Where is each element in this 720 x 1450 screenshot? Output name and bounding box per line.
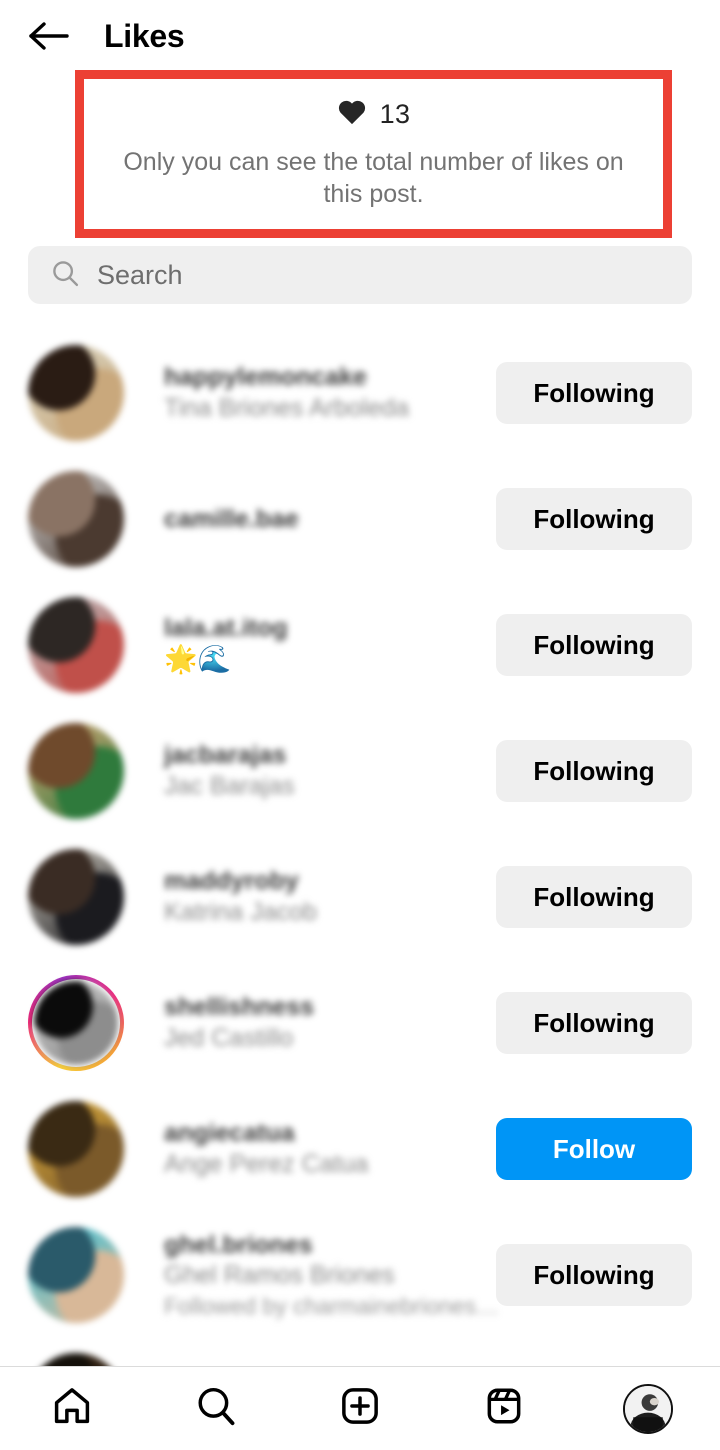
avatar-image xyxy=(28,345,124,441)
user-text: ghel.briones Ghel Ramos Briones Followed b… xyxy=(164,1230,499,1321)
avatar-image xyxy=(28,849,124,945)
username[interactable]: maddyroby xyxy=(164,866,496,897)
avatar[interactable] xyxy=(28,849,124,945)
nav-home[interactable] xyxy=(0,1367,144,1450)
full-name: Tina Briones Arboleda xyxy=(164,393,410,422)
avatar[interactable] xyxy=(28,597,124,693)
following-button[interactable]: Following xyxy=(496,488,692,550)
home-icon xyxy=(50,1384,94,1433)
avatar[interactable] xyxy=(28,1353,124,1366)
list-item[interactable]: maddyroby Katrina Jacob Following xyxy=(0,834,720,960)
username[interactable]: shellishness xyxy=(164,992,496,1023)
nav-create[interactable] xyxy=(288,1367,432,1450)
avatar-image xyxy=(28,1227,124,1323)
username[interactable]: happylemoncake xyxy=(164,362,496,393)
search-section: Search xyxy=(28,246,692,304)
nav-search[interactable] xyxy=(144,1367,288,1450)
following-button[interactable]: Following xyxy=(496,1244,692,1306)
header: Likes xyxy=(0,0,720,72)
list-item[interactable]: angiecatua Ange Perez Catua Follow xyxy=(0,1086,720,1212)
user-text: lala.at.itog 🌟🌊 xyxy=(164,613,496,677)
full-name: Katrina Jacob xyxy=(164,897,317,926)
user-text: jacbarajas Jac Barajas xyxy=(164,740,496,802)
user-text: angiecatua Ange Perez Catua xyxy=(164,1118,496,1180)
likes-privacy-note: Only you can see the total number of lik… xyxy=(123,148,624,208)
avatar[interactable] xyxy=(28,723,124,819)
likes-screen: Likes 13 Only you can see the total numb… xyxy=(0,0,720,1450)
profile-avatar xyxy=(623,1383,673,1434)
following-button[interactable]: Following xyxy=(496,362,692,424)
bottom-nav xyxy=(0,1366,720,1450)
avatar-image xyxy=(28,1353,124,1366)
user-text: camille.bae xyxy=(164,504,496,535)
list-item[interactable]: happylemoncake Tina Briones Arboleda Follo… xyxy=(0,330,720,456)
user-text: shellishness Jed Castillo xyxy=(164,992,496,1054)
full-name: Ange Perez Catua xyxy=(164,1149,369,1178)
avatar[interactable] xyxy=(28,471,124,567)
likes-info-card: 13 Only you can see the total number of … xyxy=(75,70,672,238)
avatar-image xyxy=(28,1101,124,1197)
username[interactable]: angiecatua xyxy=(164,1118,496,1149)
likes-user-list[interactable]: happylemoncake Tina Briones Arboleda Follo… xyxy=(0,330,720,1366)
user-text: maddyroby Katrina Jacob xyxy=(164,866,496,928)
full-name: 🌟🌊 xyxy=(164,644,232,675)
followed-by-label: Followed by charmainebriones… xyxy=(164,1292,499,1319)
search-icon xyxy=(50,258,80,293)
list-item[interactable]: jacbarajas Jac Barajas Following xyxy=(0,708,720,834)
avatar-image xyxy=(28,597,124,693)
avatar[interactable] xyxy=(28,345,124,441)
heart-filled-icon xyxy=(337,98,367,130)
list-item[interactable]: camille.bae Following xyxy=(0,456,720,582)
username[interactable]: jacbarajas xyxy=(164,740,496,771)
username[interactable]: lala.at.itog xyxy=(164,613,496,644)
nav-profile[interactable] xyxy=(576,1367,720,1450)
avatar-image xyxy=(28,471,124,567)
avatar[interactable] xyxy=(28,1227,124,1323)
avatar[interactable] xyxy=(28,975,124,1071)
list-item[interactable]: ghel.briones Ghel Ramos Briones Followed b… xyxy=(0,1212,720,1338)
like-count-row: 13 xyxy=(337,98,411,130)
list-item[interactable]: shellishness Jed Castillo Following xyxy=(0,960,720,1086)
avatar-image xyxy=(34,981,118,1065)
following-button[interactable]: Following xyxy=(496,866,692,928)
user-text: happylemoncake Tina Briones Arboleda xyxy=(164,362,496,424)
add-post-icon xyxy=(338,1384,382,1433)
username[interactable]: camille.bae xyxy=(164,504,496,535)
username[interactable]: ghel.briones xyxy=(164,1230,496,1261)
full-name: Jed Castillo xyxy=(164,1023,294,1052)
like-count-value: 13 xyxy=(379,98,411,129)
following-button[interactable]: Following xyxy=(496,614,692,676)
list-item[interactable]: lala.at.itog 🌟🌊 Following xyxy=(0,582,720,708)
back-arrow-icon[interactable] xyxy=(22,9,76,63)
list-item[interactable] xyxy=(0,1338,720,1366)
reels-icon xyxy=(482,1384,526,1433)
page-title: Likes xyxy=(104,17,185,54)
search-icon xyxy=(194,1384,238,1433)
follow-button[interactable]: Follow xyxy=(496,1118,692,1180)
full-name: Ghel Ramos Briones xyxy=(164,1261,395,1290)
avatar-image xyxy=(28,723,124,819)
search-input[interactable]: Search xyxy=(28,246,692,304)
search-placeholder: Search xyxy=(97,259,183,290)
nav-reels[interactable] xyxy=(432,1367,576,1450)
avatar[interactable] xyxy=(28,1101,124,1197)
following-button[interactable]: Following xyxy=(496,992,692,1054)
full-name: Jac Barajas xyxy=(164,771,295,800)
following-button[interactable]: Following xyxy=(496,740,692,802)
